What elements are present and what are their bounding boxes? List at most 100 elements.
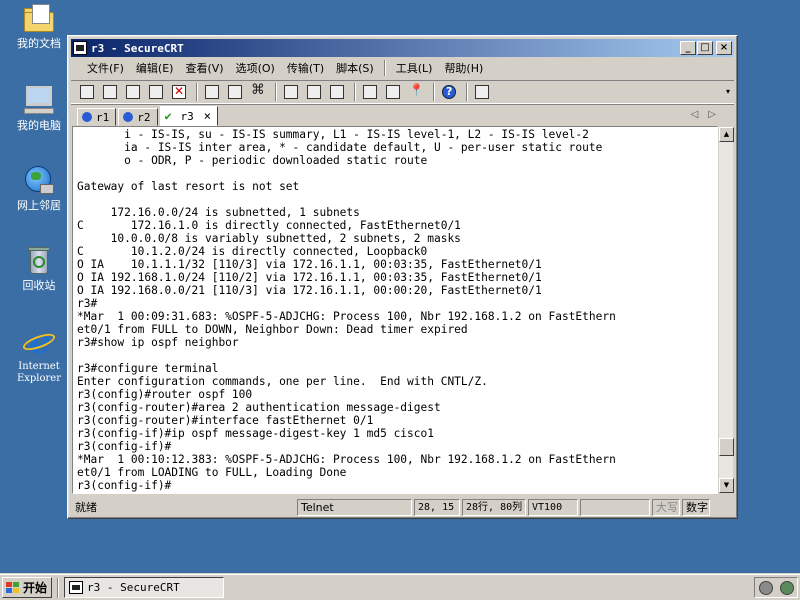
status-protocol: Telnet — [297, 499, 412, 516]
menu-edit[interactable]: 编辑(E) — [130, 60, 180, 76]
terminal-line: 172.16.0.0/24 is subnetted, 1 subnets — [77, 206, 360, 219]
session-options-icon[interactable] — [360, 83, 380, 101]
tab-r2[interactable]: r2 — [118, 108, 158, 126]
toolbar: ▾ — [71, 80, 734, 104]
tab-label: r1 — [96, 110, 110, 124]
menu-script[interactable]: 脚本(S) — [330, 60, 380, 76]
menu-view[interactable]: 查看(V) — [179, 60, 229, 76]
terminal-line: O IA 192.168.0.0/21 [110/3] via 172.16.1… — [77, 284, 542, 297]
session-tabs: r1 r2 ✔ r3 × ◁▷ — [71, 106, 734, 126]
status-emulation: VT100 — [528, 499, 578, 516]
toolbar-separator — [466, 83, 468, 101]
vertical-scrollbar[interactable]: ▲ ▼ — [718, 126, 734, 494]
menu-options[interactable]: 选项(O) — [230, 60, 281, 76]
toolbar-separator — [354, 83, 356, 101]
toolbar-overflow-icon[interactable]: ▾ — [726, 87, 730, 96]
terminal-text: i - IS-IS, su - IS-IS summary, L1 - IS-I… — [77, 128, 717, 492]
menu-help[interactable]: 帮助(H) — [438, 60, 489, 76]
internet-explorer-icon: e — [20, 325, 58, 359]
securecrt-app-icon[interactable] — [73, 41, 87, 55]
start-button[interactable]: 开始 — [2, 577, 52, 598]
windows-logo-icon — [6, 581, 20, 594]
terminal-line: o - ODR, P - periodic downloaded static … — [77, 154, 428, 167]
status-bar: 就绪 Telnet 28, 15 28行, 80列 VT100 大写 数字 — [71, 498, 734, 517]
find-icon[interactable] — [248, 82, 268, 101]
status-cursor: 28, 15 — [414, 499, 460, 516]
terminal-line: Enter configuration commands, one per li… — [77, 375, 488, 388]
tab-label: r3 — [180, 109, 194, 123]
connect-icon[interactable] — [77, 83, 97, 101]
terminal-line: r3(config-router)#area 2 authentication … — [77, 401, 441, 414]
terminal-line: r3(config-if)# — [77, 479, 172, 492]
menu-transfer[interactable]: 传输(T) — [281, 60, 330, 76]
copy-icon[interactable] — [202, 83, 222, 101]
status-num: 数字 — [682, 499, 710, 516]
terminal-line: *Mar 1 00:09:31.683: %OSPF-5-ADJCHG: Pro… — [77, 310, 616, 323]
desktop-icon-label: 网上邻居 — [17, 199, 61, 212]
terminal-line: r3(config-if)# — [77, 440, 172, 453]
session-status-icon — [123, 112, 134, 122]
print-setup-icon[interactable] — [327, 83, 347, 101]
network-places-icon — [22, 164, 56, 196]
terminal-line: O IA 192.168.1.0/24 [110/2] via 172.16.1… — [77, 271, 542, 284]
terminal-line: ia - IS-IS inter area, * - candidate def… — [77, 141, 603, 154]
reconnect-icon[interactable] — [146, 83, 166, 101]
taskbar-item-label: r3 - SecureCRT — [87, 581, 180, 594]
tray-network-icon[interactable] — [779, 580, 794, 595]
terminal-line: r3(config-if)#ip ospf message-digest-key… — [77, 427, 434, 440]
terminal-line: r3(config-router)#interface fastEthernet… — [77, 414, 374, 427]
help-icon[interactable] — [439, 83, 459, 101]
taskbar-item-securecrt[interactable]: r3 - SecureCRT — [64, 577, 224, 598]
menu-file[interactable]: 文件(F) — [81, 60, 130, 76]
close-button[interactable]: × — [716, 41, 732, 55]
maximize-button[interactable]: □ — [697, 41, 713, 55]
tray-status-icon[interactable] — [758, 580, 773, 595]
tab-close-icon[interactable]: × — [204, 109, 211, 123]
quick-connect-icon[interactable] — [100, 83, 120, 101]
print-selection-icon[interactable] — [304, 83, 324, 101]
tab-scroll-arrows[interactable]: ◁▷ — [691, 109, 726, 120]
scroll-thumb[interactable] — [719, 438, 734, 456]
paste-icon[interactable] — [225, 83, 245, 101]
tab-r3[interactable]: ✔ r3 × — [159, 106, 218, 126]
toolbar-separator — [196, 83, 198, 101]
desktop-icon-label: 我的电脑 — [17, 119, 61, 132]
desktop-icon-network-places[interactable]: 网上邻居 — [6, 164, 72, 212]
tab-r1[interactable]: r1 — [77, 108, 117, 126]
desktop-icon-my-documents[interactable]: 我的文档 — [6, 2, 72, 50]
scroll-down-button[interactable]: ▼ — [719, 478, 734, 493]
terminal-line: C 10.1.2.0/24 is directly connected, Loo… — [77, 245, 428, 258]
connect-tab-icon[interactable] — [123, 83, 143, 101]
desktop-icon-recycle-bin[interactable]: 回收站 — [6, 244, 72, 292]
title-bar[interactable]: r3 - SecureCRT _ □ × — [71, 39, 734, 57]
terminal-line: *Mar 1 00:10:12.383: %OSPF-5-ADJCHG: Pro… — [77, 453, 616, 466]
desktop-icon-internet-explorer[interactable]: e Internet Explorer — [6, 325, 72, 385]
menu-separator — [383, 60, 386, 76]
recycle-bin-icon — [22, 244, 56, 276]
menu-tools[interactable]: 工具(L) — [390, 60, 439, 76]
taskbar-separator — [57, 578, 59, 598]
status-blank — [580, 499, 650, 516]
tab-next-icon[interactable]: ▷ — [708, 109, 726, 120]
disconnect-icon[interactable] — [169, 83, 189, 101]
desktop-icon-my-computer[interactable]: 我的电脑 — [6, 84, 72, 132]
my-computer-icon — [22, 84, 56, 116]
screenshot-icon[interactable] — [472, 83, 492, 101]
securecrt-window: r3 - SecureCRT _ □ × 文件(F) 编辑(E) 查看(V) 选… — [67, 35, 738, 519]
connected-check-icon: ✔ — [164, 109, 172, 123]
scroll-up-button[interactable]: ▲ — [719, 127, 734, 142]
securecrt-app-icon — [69, 581, 83, 594]
tab-prev-icon[interactable]: ◁ — [691, 109, 709, 120]
keymap-icon[interactable] — [406, 83, 426, 101]
terminal-line: et0/1 from FULL to DOWN, Neighbor Down: … — [77, 323, 468, 336]
print-icon[interactable] — [281, 83, 301, 101]
minimize-button[interactable]: _ — [680, 41, 696, 55]
my-documents-icon — [22, 2, 56, 34]
status-ready: 就绪 — [75, 501, 97, 514]
terminal-line: r3#configure terminal — [77, 362, 219, 375]
desktop-icon-label: Internet Explorer — [16, 361, 62, 384]
terminal-line: r3# — [77, 297, 98, 310]
global-options-icon[interactable] — [383, 83, 403, 101]
terminal-output[interactable]: i - IS-IS, su - IS-IS summary, L1 - IS-I… — [72, 126, 718, 494]
